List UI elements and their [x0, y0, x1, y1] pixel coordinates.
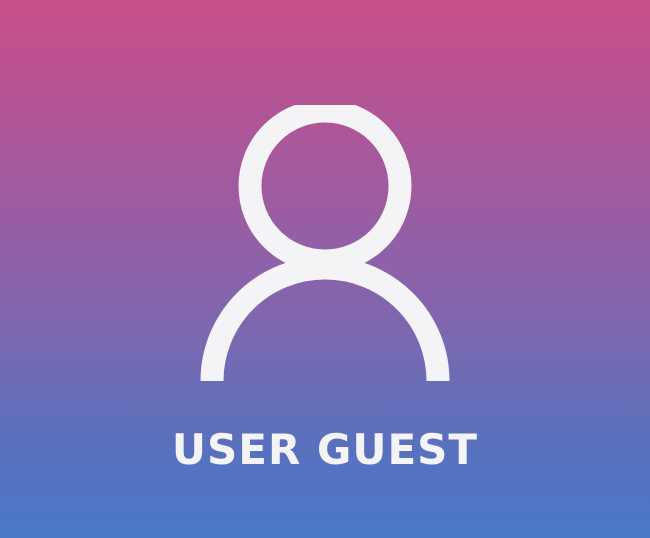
user-name-label: USER GUEST: [171, 425, 479, 474]
user-icon: [200, 105, 450, 382]
profile-screen: USER GUEST: [0, 0, 650, 538]
user-avatar: [195, 105, 455, 390]
